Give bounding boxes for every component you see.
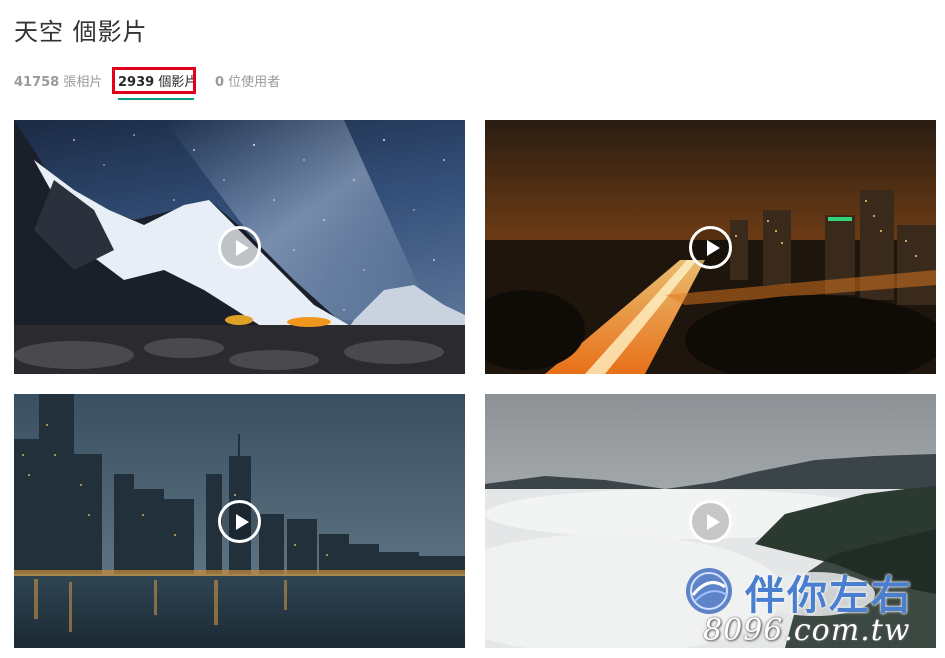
active-tab-underline (118, 98, 194, 100)
play-icon[interactable] (689, 226, 732, 269)
tab-photos[interactable]: 41758 張相片 (14, 70, 102, 96)
highlight-box (112, 67, 196, 94)
users-count: 0 (215, 75, 225, 90)
tab-users[interactable]: 0 位使用者 (215, 70, 280, 96)
play-icon[interactable] (218, 226, 261, 269)
watermark-url: 8096.com.tw (703, 613, 911, 648)
photos-count: 41758 (14, 75, 60, 90)
play-icon[interactable] (689, 500, 732, 543)
page-title: 天空 個影片 (14, 18, 148, 46)
video-card-milky-way[interactable] (14, 120, 465, 374)
video-card-night-city[interactable] (485, 120, 936, 374)
video-card-city-skyline[interactable] (14, 394, 465, 648)
watermark: 伴你左右 8096.com.tw (683, 563, 943, 658)
users-label: 位使用者 (224, 75, 281, 90)
tab-videos[interactable]: 2939 個影片 (112, 67, 201, 100)
play-icon[interactable] (218, 500, 261, 543)
photos-label: 張相片 (59, 75, 103, 90)
watermark-logo-icon (686, 568, 732, 614)
